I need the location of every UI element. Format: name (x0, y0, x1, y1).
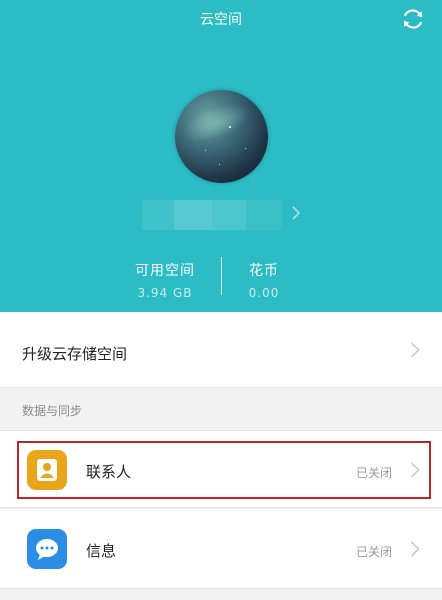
page-title: 云空间 (200, 12, 242, 28)
list-item-messages[interactable]: 信息 已关闭 (0, 509, 442, 589)
bottom-strip (0, 589, 442, 600)
stat-coins: 花币 0.00 (238, 260, 290, 300)
chevron-right-icon (410, 541, 420, 557)
list-item-label: 信息 (86, 542, 117, 560)
section-title-data-sync: 数据与同步 (22, 404, 83, 418)
avatar-star (205, 150, 206, 151)
avatar-star (245, 148, 246, 149)
chevron-right-icon (410, 342, 420, 358)
chevron-right-icon (410, 462, 420, 478)
stat-coins-label: 花币 (249, 263, 279, 279)
avatar-aurora (177, 96, 255, 150)
blur-block (174, 200, 212, 230)
stat-space-label: 可用空间 (135, 263, 195, 279)
list-item-contacts[interactable]: 联系人 已关闭 (0, 430, 442, 508)
avatar-star (219, 164, 220, 165)
account-name-blurred[interactable] (142, 200, 282, 230)
stat-coins-value: 0.00 (248, 286, 280, 300)
stat-divider (221, 257, 222, 295)
upgrade-storage-row[interactable]: 升级云存储空间 (0, 312, 442, 388)
status-badge: 已关闭 (355, 545, 392, 559)
message-icon (27, 529, 67, 569)
status-badge: 已关闭 (355, 466, 392, 480)
list-item-label: 联系人 (86, 463, 132, 481)
contact-icon (27, 450, 67, 490)
avatar-star (229, 126, 231, 128)
avatar[interactable] (175, 90, 268, 183)
refresh-icon[interactable] (400, 6, 426, 32)
blur-block (212, 200, 246, 230)
stat-available-space: 可用空间 3.94 GB (128, 260, 202, 300)
stat-space-value: 3.94 GB (137, 286, 193, 300)
blur-block (246, 200, 282, 230)
blur-block (142, 200, 174, 230)
chevron-right-icon[interactable] (291, 205, 301, 220)
upgrade-storage-label: 升级云存储空间 (22, 345, 128, 363)
header-banner: 云空间 可用空间 3.94 GB 花币 0.00 (0, 0, 442, 312)
